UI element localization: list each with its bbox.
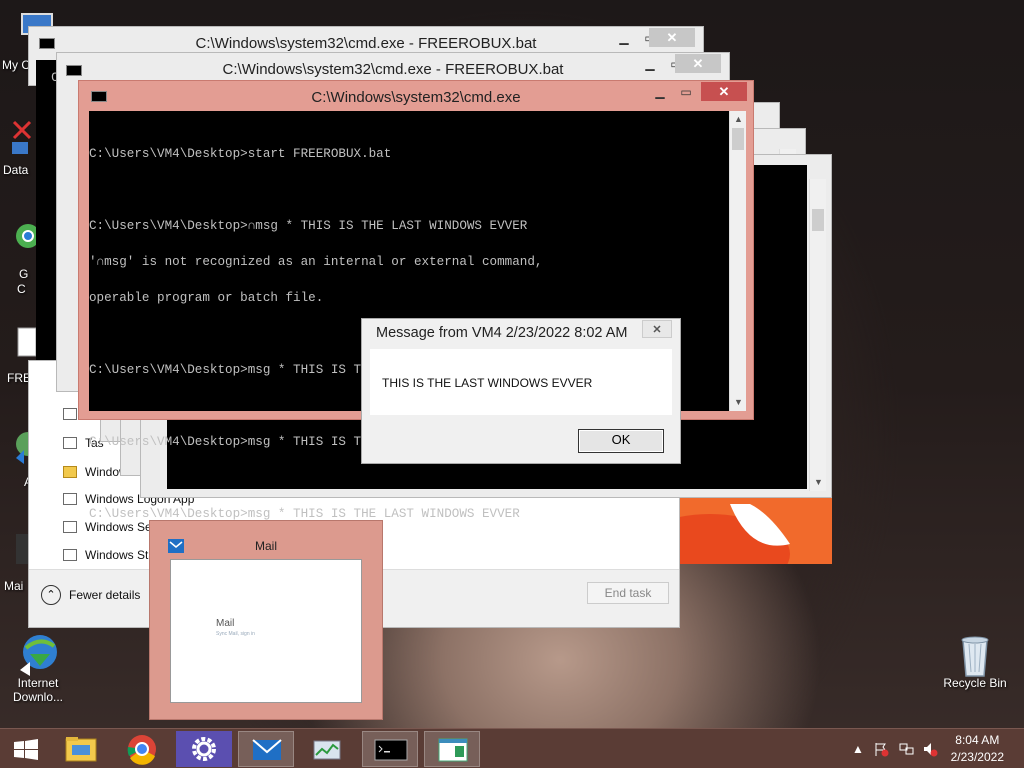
app-window-button[interactable]: [424, 731, 480, 767]
close-button[interactable]: ✕: [701, 82, 747, 101]
console-line: operable program or batch file.: [89, 291, 324, 305]
system-clock[interactable]: 8:04 AM 2/23/2022: [951, 732, 1004, 766]
start-button[interactable]: [2, 731, 50, 767]
chrome-desktop-icon[interactable]: [14, 220, 40, 260]
console-line: C:\Users\VM4\Desktop>start FREEROBUX.bat: [89, 147, 392, 161]
desktop-icon-label-mail: Mai: [4, 579, 24, 593]
app-window-icon: [438, 738, 468, 762]
recycle-bin-label: Recycle Bin: [943, 676, 1007, 690]
close-button[interactable]: ✕: [649, 28, 695, 47]
window-icon: [63, 493, 77, 505]
console-line: '∩msg' is not recognized as an internal …: [89, 255, 543, 269]
chevron-up-icon: ⌃: [41, 585, 61, 605]
window-title: C:\Windows\system32\cmd.exe - FREEROBUX.…: [195, 35, 537, 52]
process-row[interactable]: Windows Sta: [63, 544, 155, 566]
scroll-down-arrow[interactable]: ▼: [730, 394, 747, 411]
fewer-details-button[interactable]: ⌃ Fewer details: [41, 585, 140, 605]
mail-taskbar-preview[interactable]: Mail Mail Sync Mail, sign in: [149, 520, 383, 720]
console-line: C:\Users\VM4\Desktop>∩msg * THIS IS THE …: [89, 219, 528, 233]
mail-button[interactable]: [238, 731, 294, 767]
recycle-bin-icon: [955, 632, 995, 677]
task-manager-icon: [313, 740, 341, 760]
windows-logo-icon: [14, 739, 38, 760]
window-icon: [63, 549, 77, 561]
console-line: C:\Users\VM4\Desktop>msg * THIS IS THE L…: [89, 507, 520, 521]
message-text: THIS IS THE LAST WINDOWS EVVER: [382, 376, 593, 390]
scrollbar[interactable]: ▼: [809, 179, 826, 491]
desktop-icon-label-data: Data: [3, 163, 29, 177]
window-icon: [63, 521, 77, 533]
idm-label-line2: Downlo...: [12, 690, 64, 704]
close-button[interactable]: ✕: [675, 54, 721, 73]
scrollbar-thumb[interactable]: [732, 128, 744, 150]
maximize-button[interactable]: ▭: [673, 83, 699, 101]
mail-icon: [252, 739, 282, 760]
close-button[interactable]: ✕: [642, 320, 672, 338]
file-explorer-button[interactable]: [54, 731, 110, 767]
minimize-button[interactable]: ▁: [611, 29, 637, 47]
volume-muted-icon[interactable]: [922, 741, 938, 757]
desktop-icon-label-c: C: [17, 282, 26, 296]
chrome-icon: [127, 735, 156, 765]
folder-icon: [63, 466, 77, 478]
window-title: C:\Windows\system32\cmd.exe - FREEROBUX.…: [222, 61, 564, 78]
scroll-up-arrow[interactable]: ▲: [730, 111, 747, 128]
scrollbar-thumb[interactable]: [812, 209, 824, 231]
window-icon: [63, 408, 77, 420]
minimize-button[interactable]: ▁: [637, 55, 663, 73]
idm-label-line1: Internet: [17, 676, 59, 690]
dialog-title: Message from VM4 2/23/2022 8:02 AM: [376, 325, 628, 341]
preview-title: Mail: [254, 539, 277, 553]
internet-download-manager-shortcut[interactable]: Internet Downlo...: [8, 632, 68, 704]
settings-button[interactable]: [176, 731, 232, 767]
task-manager-button[interactable]: [300, 731, 356, 767]
preview-app-subtitle: Sync Mail, sign in: [216, 631, 255, 637]
data-app-icon[interactable]: [10, 118, 34, 158]
end-task-button[interactable]: End task: [587, 582, 669, 604]
clock-time: 8:04 AM: [955, 733, 1000, 747]
minimize-button[interactable]: ▁: [647, 83, 673, 101]
action-center-flag-icon[interactable]: [873, 741, 889, 757]
gear-icon: [192, 737, 216, 761]
network-icon[interactable]: [898, 741, 914, 757]
clock-date: 2/23/2022: [950, 750, 1004, 764]
window-icon: [63, 437, 77, 449]
desktop-icon-label-g: G: [19, 267, 29, 281]
desktop-icon-label-computer: My C: [2, 58, 30, 72]
bat-file-icon[interactable]: [14, 326, 38, 360]
folder-icon: [65, 737, 97, 762]
taskbar: ▲ 8:04 AM 2/23/2022: [0, 728, 1024, 768]
recycle-bin-shortcut[interactable]: Recycle Bin: [940, 632, 1010, 690]
cmd-button[interactable]: [362, 731, 418, 767]
idm-icon: [18, 632, 58, 676]
scroll-down-arrow[interactable]: ▼: [810, 474, 827, 491]
chrome-button[interactable]: [114, 731, 170, 767]
show-hidden-icons-button[interactable]: ▲: [850, 741, 866, 757]
preview-thumbnail: Mail Sync Mail, sign in: [170, 559, 362, 703]
scrollbar[interactable]: ▲ ▼: [729, 111, 746, 411]
preview-app-name: Mail: [216, 618, 235, 629]
ok-button[interactable]: OK: [578, 429, 664, 453]
cmd-icon: [374, 739, 408, 761]
message-dialog: Message from VM4 2/23/2022 8:02 AM ✕ THI…: [361, 318, 681, 464]
cmd-back-console: C: [36, 60, 59, 360]
